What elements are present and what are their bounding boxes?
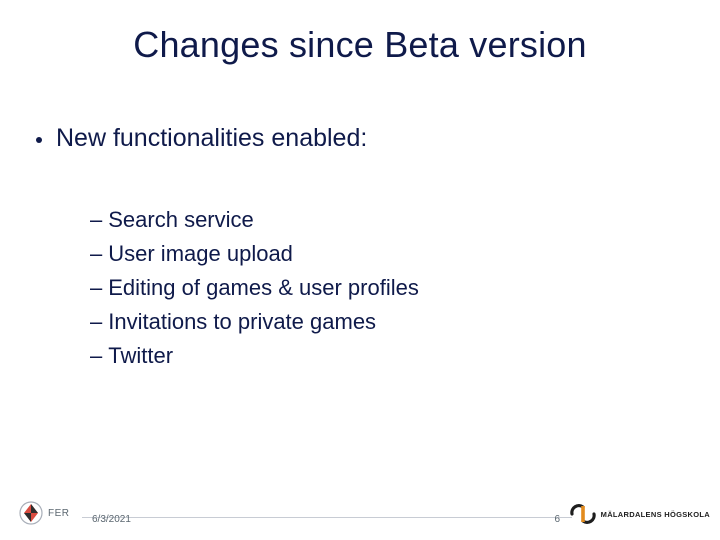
list-item-text: Twitter	[108, 341, 173, 371]
bullet-main-text: New functionalities enabled:	[56, 124, 367, 153]
right-logo: MÄLARDALENS HÖGSKOLA	[569, 504, 710, 524]
page-number: 6	[554, 514, 560, 525]
bullet-main: New functionalities enabled:	[36, 124, 367, 153]
bullet-dot-icon	[36, 137, 42, 143]
page-title: Changes since Beta version	[0, 24, 720, 66]
mdh-mark-icon	[569, 504, 597, 524]
list-item-text: Editing of games & user profiles	[108, 273, 419, 303]
right-logo-text: MÄLARDALENS HÖGSKOLA	[601, 510, 710, 519]
footer: FER 6/3/2021 6 MÄLARDALENS HÖGSKOLA	[0, 478, 720, 526]
list-item-text: User image upload	[108, 239, 293, 269]
dash-icon: –	[90, 341, 102, 371]
dash-icon: –	[90, 205, 102, 235]
fer-emblem-icon	[18, 500, 44, 526]
list-item: – Editing of games & user profiles	[90, 273, 419, 303]
list-item: – Search service	[90, 205, 419, 235]
list-item: – User image upload	[90, 239, 419, 269]
left-logo-text: FER	[48, 508, 70, 519]
list-item: – Invitations to private games	[90, 307, 419, 337]
list-item-text: Invitations to private games	[108, 307, 376, 337]
dash-icon: –	[90, 307, 102, 337]
list-item-text: Search service	[108, 205, 254, 235]
footer-date: 6/3/2021	[92, 514, 131, 525]
list-item: – Twitter	[90, 341, 419, 371]
dash-icon: –	[90, 239, 102, 269]
left-logo: FER	[18, 500, 70, 526]
sub-list: – Search service – User image upload – E…	[90, 205, 419, 375]
separator-line	[82, 517, 572, 518]
dash-icon: –	[90, 273, 102, 303]
slide: Changes since Beta version New functiona…	[0, 0, 720, 540]
